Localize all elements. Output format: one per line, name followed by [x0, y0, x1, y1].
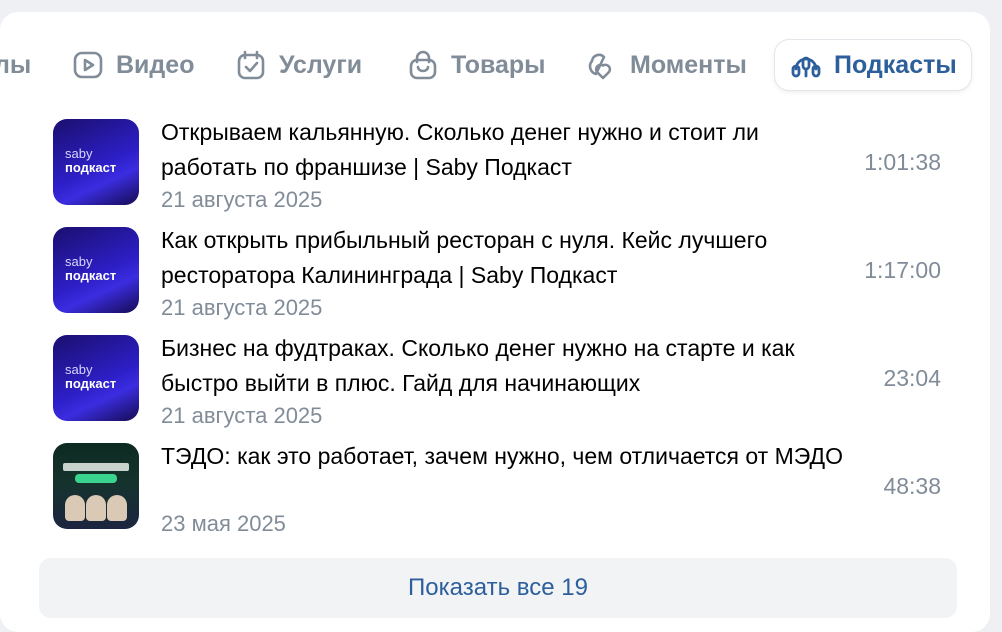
tab-goods[interactable]: Товары — [406, 40, 546, 90]
podcast-date: 21 августа 2025 — [161, 187, 323, 212]
podcast-item[interactable]: saby подкаст Бизнес на фудтраках. Скольк… — [53, 335, 943, 428]
podcast-title[interactable]: Открываем кальянную. Сколько денег нужно… — [161, 115, 861, 185]
play-icon — [71, 48, 105, 82]
podcast-item[interactable]: ТЭДО: как это работает, зачем нужно, чем… — [53, 443, 943, 536]
shopping-bag-icon — [406, 48, 440, 82]
podcast-duration: 48:38 — [883, 473, 941, 499]
cover-person — [65, 495, 85, 521]
cover-logo: saby подкаст — [65, 362, 117, 391]
podcast-date: 21 августа 2025 — [161, 295, 323, 320]
podcast-icon — [789, 48, 823, 82]
tab-moments[interactable]: Моменты — [585, 40, 747, 90]
tab-label: Моменты — [630, 50, 747, 79]
podcast-title[interactable]: Бизнес на фудтраках. Сколько денег нужно… — [161, 331, 861, 401]
tab-label: Услуги — [279, 50, 363, 79]
tab-services[interactable]: Услуги — [234, 40, 362, 90]
cover-badge — [75, 474, 117, 483]
cover-logo: saby подкаст — [65, 254, 117, 283]
podcast-duration: 23:04 — [883, 365, 941, 391]
podcasts-card: лы Видео Услуги Товары Моменты Подкасты … — [0, 12, 990, 632]
podcast-duration: 1:17:00 — [864, 257, 941, 283]
podcast-duration: 1:01:38 — [864, 149, 941, 175]
tab-label: Товары — [451, 50, 546, 79]
moments-icon — [585, 48, 619, 82]
tabs-bar: лы Видео Услуги Товары Моменты Подкасты — [0, 40, 990, 90]
cover-person — [86, 495, 106, 521]
podcast-item[interactable]: saby подкаст Открываем кальянную. Скольк… — [53, 119, 943, 212]
podcast-title[interactable]: Как открыть прибыльный ресторан с нуля. … — [161, 223, 861, 293]
podcast-cover: saby подкаст — [53, 335, 139, 421]
podcast-cover: saby подкаст — [53, 227, 139, 313]
podcast-date: 23 мая 2025 — [161, 511, 286, 536]
podcast-title[interactable]: ТЭДО: как это работает, зачем нужно, чем… — [161, 439, 861, 474]
tab-label: Видео — [116, 50, 195, 79]
cover-person — [107, 495, 127, 521]
tab-label: Подкасты — [834, 50, 957, 79]
podcast-item[interactable]: saby подкаст Как открыть прибыльный рест… — [53, 227, 943, 320]
podcast-cover: saby подкаст — [53, 119, 139, 205]
tab-clips[interactable]: лы — [0, 40, 31, 90]
cover-logo: saby подкаст — [65, 146, 117, 175]
tab-video[interactable]: Видео — [71, 40, 194, 90]
tab-label: лы — [0, 50, 32, 79]
podcast-cover — [53, 443, 139, 529]
tab-podcasts[interactable]: Подкасты — [775, 40, 971, 90]
podcast-date: 21 августа 2025 — [161, 403, 323, 428]
calendar-check-icon — [234, 48, 268, 82]
show-all-button[interactable]: Показать все 19 — [39, 558, 957, 618]
cover-banner — [63, 463, 129, 471]
